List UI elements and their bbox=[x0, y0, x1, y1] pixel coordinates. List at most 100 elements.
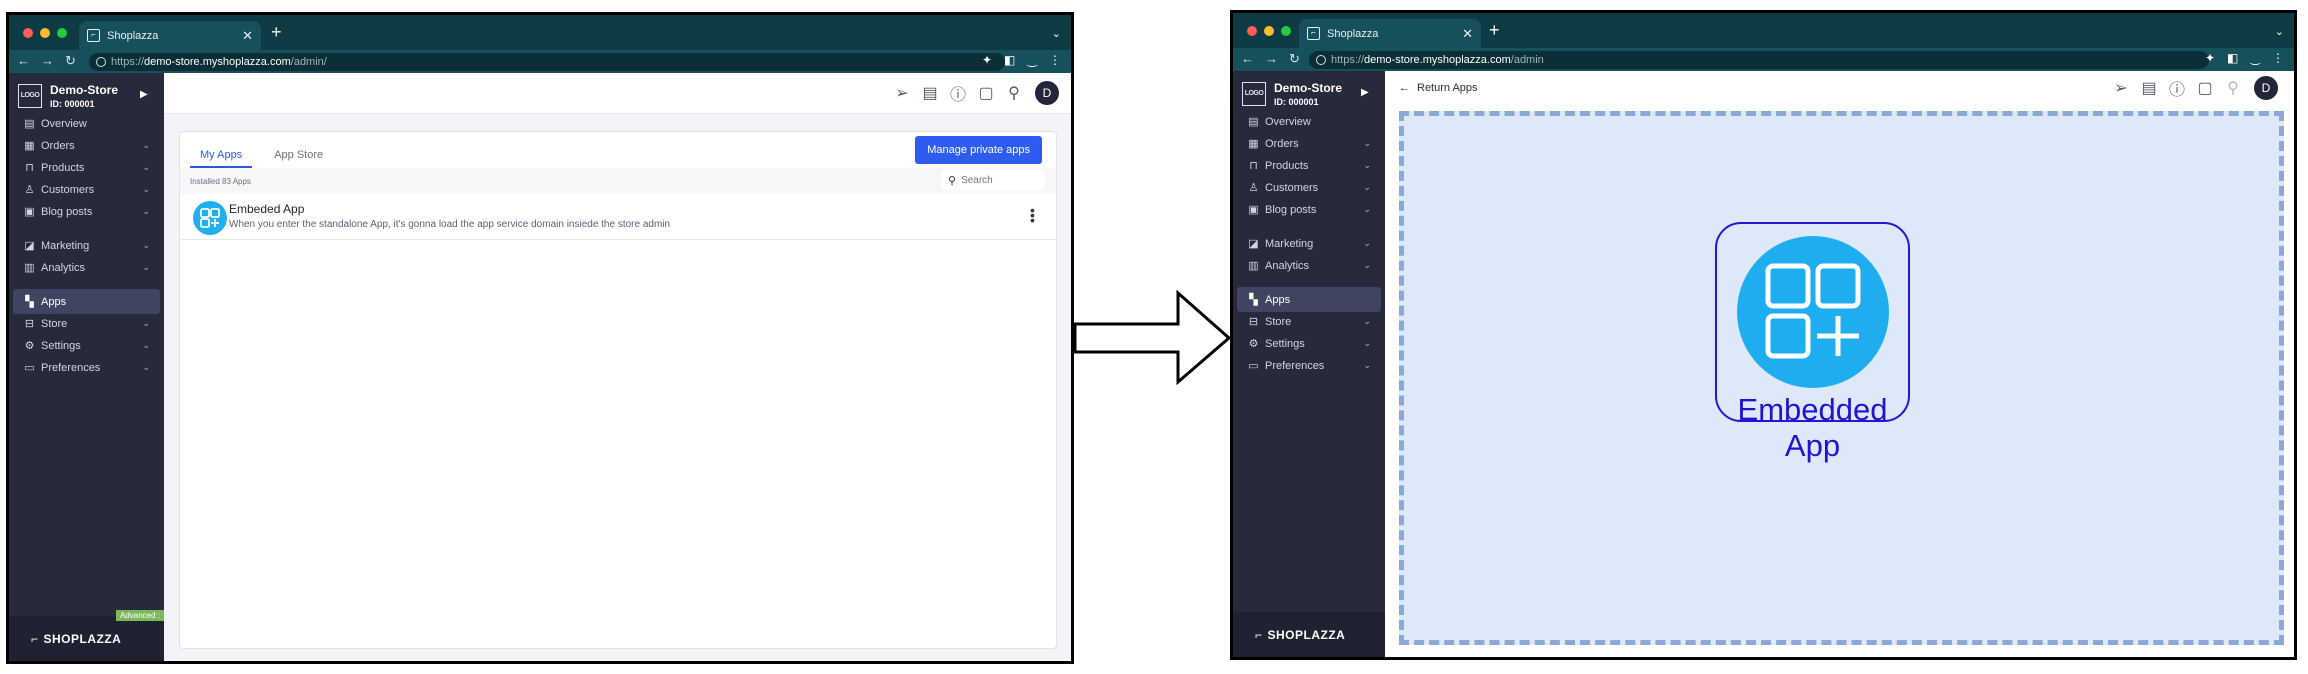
wifi-icon[interactable]: ⚲ bbox=[1007, 85, 1021, 102]
return-apps-link[interactable]: ← Return Apps bbox=[1399, 82, 1478, 94]
forward-icon[interactable]: → bbox=[1265, 51, 1278, 67]
storefront-icon[interactable]: ▤ bbox=[2141, 80, 2156, 97]
topbar-actions: ➢ ▤ ⓘ ▢ ⚲ D bbox=[2114, 76, 2278, 100]
browser-menu-icon[interactable]: ⋮ bbox=[1049, 53, 1061, 67]
embedded-app-card: Embedded App bbox=[1715, 222, 1910, 463]
maximize-window-button[interactable] bbox=[1281, 26, 1291, 36]
wifi-icon[interactable]: ⚲ bbox=[2226, 80, 2240, 97]
main-content: ➢ ▤ ⓘ ▢ ⚲ D My Apps App Store Manage pri… bbox=[164, 73, 1071, 661]
settings-icon: ⚙ bbox=[24, 340, 35, 352]
chevron-down-icon: ⌄ bbox=[1363, 182, 1371, 192]
overview-icon: ▤ bbox=[1248, 116, 1259, 128]
back-icon[interactable]: ← bbox=[1241, 51, 1254, 67]
search-input[interactable] bbox=[961, 174, 1032, 186]
sidebar-item-preferences[interactable]: ▭ Preferences ⌄ bbox=[1237, 353, 1381, 378]
side-panel-icon[interactable]: ◧ bbox=[2227, 51, 2238, 65]
chevron-down-icon: ⌄ bbox=[142, 318, 150, 328]
sidebar-footer: ⌐ SHOPLAZZA bbox=[1233, 612, 1385, 657]
browser-menu-icon[interactable]: ⋮ bbox=[2272, 51, 2284, 65]
chat-icon[interactable]: ▢ bbox=[2197, 80, 2212, 97]
sidebar-item-blog-posts[interactable]: ▣ Blog posts ⌄ bbox=[13, 199, 160, 224]
minimize-window-button[interactable] bbox=[1264, 26, 1274, 36]
new-tab-button[interactable]: + bbox=[1489, 21, 1500, 39]
user-avatar[interactable]: D bbox=[1035, 81, 1059, 105]
chevron-down-icon: ⌄ bbox=[1363, 160, 1371, 170]
profile-icon[interactable]: ‿ bbox=[1027, 53, 1037, 67]
nav-buttons: ← → ↻ bbox=[17, 53, 76, 69]
sidebar-item-preferences[interactable]: ▭ Preferences ⌄ bbox=[13, 355, 160, 380]
browser-tab[interactable]: ⌐ Shoplazza ✕ bbox=[1299, 19, 1481, 48]
blog-icon: ▣ bbox=[1248, 204, 1259, 216]
help-icon[interactable]: ⓘ bbox=[2169, 81, 2185, 99]
app-grid-plus-icon bbox=[193, 201, 227, 235]
chevron-down-icon: ⌄ bbox=[142, 362, 150, 372]
minimize-window-button[interactable] bbox=[40, 28, 50, 38]
profile-icon[interactable]: ‿ bbox=[2250, 51, 2260, 65]
close-tab-icon[interactable]: ✕ bbox=[242, 28, 253, 44]
sidebar-item-analytics[interactable]: ▥ Analytics ⌄ bbox=[13, 255, 160, 280]
url-field[interactable]: https://demo-store.myshoplazza.com/admin… bbox=[89, 53, 1005, 71]
tab-app-store[interactable]: App Store bbox=[264, 142, 333, 168]
tab-my-apps[interactable]: My Apps bbox=[190, 142, 253, 168]
send-icon[interactable]: ➢ bbox=[2114, 80, 2128, 97]
chevron-down-icon: ⌄ bbox=[142, 206, 150, 216]
url-path: /admin/ bbox=[290, 56, 327, 68]
window-controls bbox=[1247, 26, 1291, 36]
side-panel-icon[interactable]: ◧ bbox=[1004, 53, 1015, 67]
browser-tab-title: Shoplazza bbox=[1327, 27, 1379, 40]
close-window-button[interactable] bbox=[23, 28, 33, 38]
tab-menu-chevron-icon[interactable]: ⌄ bbox=[1052, 27, 1061, 40]
apps-icon: ▚ bbox=[1249, 294, 1258, 306]
back-icon[interactable]: ← bbox=[17, 53, 30, 69]
browser-tab[interactable]: ⌐ Shoplazza ✕ bbox=[79, 21, 261, 50]
admin-sidebar: LOGO Demo-Store ID: 000001 ▶ ▤ Overview ▦… bbox=[9, 73, 164, 661]
site-info-icon[interactable] bbox=[96, 57, 106, 67]
extensions-puzzle-icon[interactable]: ✦ bbox=[982, 53, 992, 67]
search-icon: ⚲ bbox=[948, 174, 957, 187]
help-icon[interactable]: ⓘ bbox=[950, 86, 966, 104]
window-controls bbox=[23, 28, 67, 38]
chat-icon[interactable]: ▢ bbox=[978, 85, 993, 102]
manage-private-apps-button[interactable]: Manage private apps bbox=[915, 136, 1042, 164]
close-window-button[interactable] bbox=[1247, 26, 1257, 36]
user-avatar[interactable]: D bbox=[2254, 76, 2278, 100]
tab-menu-chevron-icon[interactable]: ⌄ bbox=[2275, 25, 2284, 38]
flow-arrow-icon bbox=[1074, 290, 1232, 386]
sidebar-item-analytics[interactable]: ▥ Analytics ⌄ bbox=[1237, 253, 1381, 278]
storefront-icon[interactable]: ▤ bbox=[922, 85, 937, 102]
url-field[interactable]: https://demo-store.myshoplazza.com/admin bbox=[1309, 51, 2209, 69]
apps-filter-bar: Installed 83 Apps ⚲ bbox=[180, 168, 1056, 194]
extensions-puzzle-icon[interactable]: ✦ bbox=[2205, 51, 2215, 65]
chevron-down-icon: ⌄ bbox=[142, 184, 150, 194]
new-tab-button[interactable]: + bbox=[271, 23, 282, 41]
apps-card: My Apps App Store Manage private apps In… bbox=[179, 131, 1057, 649]
reload-icon[interactable]: ↻ bbox=[65, 53, 76, 69]
forward-icon[interactable]: → bbox=[41, 53, 54, 69]
browser-window-apps-list: ⌐ Shoplazza ✕ + ⌄ ← → ↻ https://demo-sto… bbox=[6, 12, 1074, 664]
browser-extensions: ✦ ◧ ‿ ⋮ bbox=[2205, 51, 2284, 65]
app-name[interactable]: Embeded App bbox=[229, 202, 304, 216]
preferences-icon: ▭ bbox=[1248, 360, 1259, 372]
more-options-icon[interactable]: • • • bbox=[1030, 203, 1035, 227]
url-path: /admin bbox=[1510, 54, 1544, 66]
maximize-window-button[interactable] bbox=[57, 28, 67, 38]
sidebar-item-blog-posts[interactable]: ▣ Blog posts ⌄ bbox=[1237, 197, 1381, 222]
site-info-icon[interactable] bbox=[1316, 55, 1326, 65]
address-bar: ← → ↻ https://demo-store.myshoplazza.com… bbox=[9, 50, 1071, 73]
app-grid-plus-icon bbox=[1737, 236, 1889, 388]
reload-icon[interactable]: ↻ bbox=[1289, 51, 1300, 67]
main-content: ← Return Apps ➢ ▤ ⓘ ▢ ⚲ D Embedded App bbox=[1385, 71, 2294, 657]
url-host: demo-store.myshoplazza.com bbox=[1364, 54, 1511, 66]
sidebar-footer: Advanced : ⌐ SHOPLAZZA bbox=[9, 610, 164, 661]
url-prefix: https:// bbox=[111, 56, 145, 68]
send-icon[interactable]: ➢ bbox=[895, 85, 909, 102]
embedded-app-frame: Embedded App bbox=[1399, 111, 2284, 645]
close-tab-icon[interactable]: ✕ bbox=[1462, 26, 1473, 42]
chevron-down-icon: ⌄ bbox=[1363, 238, 1371, 248]
chevron-down-icon: ⌄ bbox=[1363, 316, 1371, 326]
shoplazza-logo-icon: ⌐ bbox=[31, 631, 39, 646]
topbar-actions: ➢ ▤ ⓘ ▢ ⚲ D bbox=[895, 81, 1059, 105]
plan-badge: Advanced : bbox=[115, 610, 164, 621]
list-item[interactable]: Embeded App When you enter the standalon… bbox=[180, 194, 1056, 240]
overview-icon: ▤ bbox=[24, 118, 35, 130]
